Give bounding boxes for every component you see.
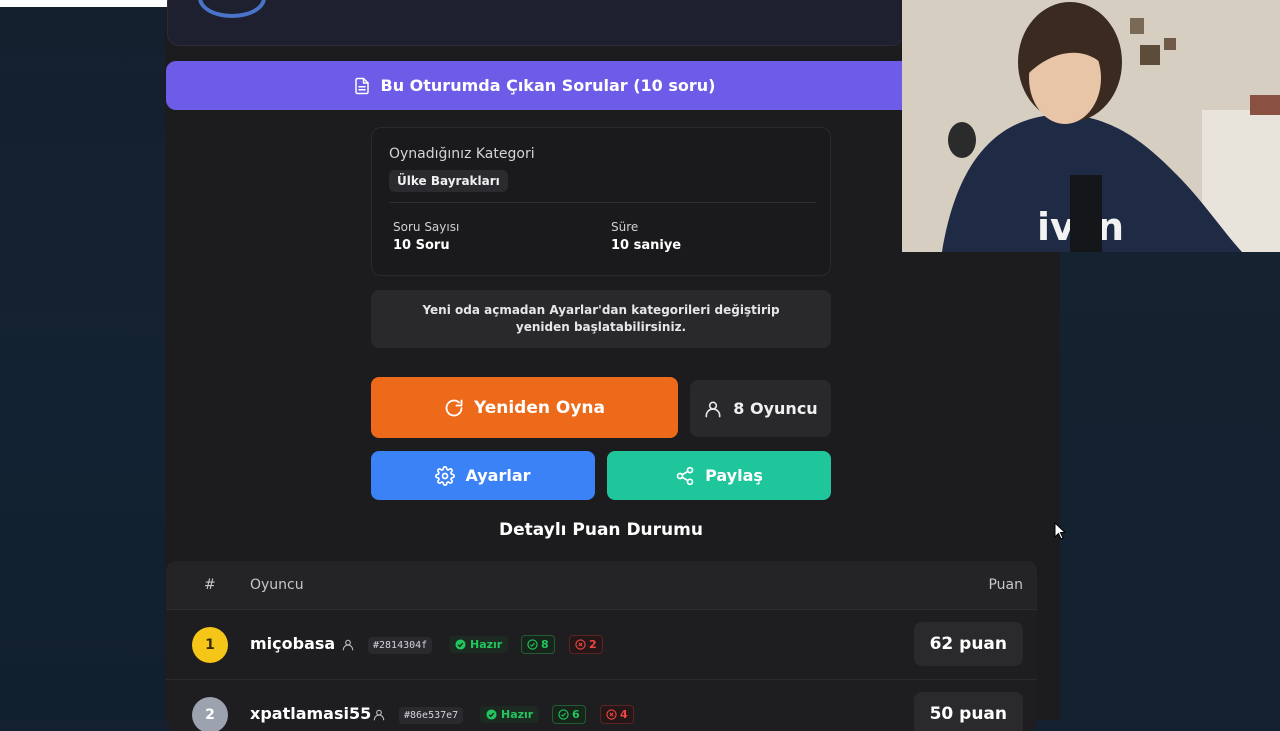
correct-count: 6 (552, 705, 586, 724)
x-circle-icon (606, 709, 617, 720)
player-id: #86e537e7 (399, 707, 464, 724)
settings-label: Ayarlar (465, 466, 531, 485)
wrong-count-value: 2 (589, 638, 597, 651)
header-player: Oyuncu (250, 577, 304, 593)
check-circle-icon (486, 709, 497, 720)
correct-count-value: 8 (541, 638, 549, 651)
rank-badge-gold: 1 (192, 627, 228, 663)
gear-icon (435, 465, 456, 486)
rank-badge-silver: 2 (192, 697, 228, 731)
share-icon (676, 466, 694, 485)
session-questions-button[interactable]: Bu Oturumda Çıkan Sorular (10 soru) (166, 61, 902, 110)
duration-value: 10 saniye (611, 238, 682, 253)
score-value: 62 puan (913, 622, 1023, 666)
card-divider (389, 202, 816, 203)
user-icon (705, 401, 721, 417)
category-label: Oynadığınız Kategori (389, 146, 535, 162)
category-chip: Ülke Bayrakları (389, 170, 508, 192)
players-button[interactable]: 8 Oyuncu (690, 380, 831, 437)
score-value: 50 puan (913, 692, 1023, 731)
table-header: # Oyuncu Puan (166, 561, 1037, 609)
background-left (0, 0, 165, 720)
player-name: xpatlamasi55 (250, 704, 372, 723)
ready-badge: Hazır (449, 636, 509, 653)
correct-count: 8 (521, 635, 555, 654)
session-questions-label: Bu Oturumda Çıkan Sorular (10 soru) (380, 76, 716, 95)
table-row[interactable]: 2 xpatlamasi55 #86e537e7 Hazır 6 4 50 pu… (166, 679, 1037, 731)
question-count-label: Soru Sayısı (393, 220, 460, 234)
document-icon (354, 77, 369, 94)
header-score: Puan (988, 577, 1023, 593)
player-name: miçobasa (250, 634, 336, 653)
scoreboard-title: Detaylı Puan Durumu (499, 520, 703, 540)
share-button[interactable]: Paylaş (607, 451, 831, 500)
svg-text:iv: iv (1037, 205, 1075, 249)
settings-notice: Yeni oda açmadan Ayarlar'dan kategoriler… (371, 290, 831, 348)
check-circle-icon (455, 639, 466, 650)
settings-button[interactable]: Ayarlar (371, 451, 595, 500)
scoreboard-table: # Oyuncu Puan 1 miçobasa #2814304f Hazır… (166, 561, 1037, 731)
duration-label: Süre (611, 220, 639, 234)
wrong-count-value: 4 (620, 708, 628, 721)
ready-badge: Hazır (480, 706, 540, 723)
user-icon (342, 639, 354, 651)
mouse-cursor-icon (1054, 522, 1066, 540)
wrong-count: 2 (569, 635, 603, 654)
webcam-overlay: iv n (902, 0, 1280, 252)
webcam-person-image: iv n (902, 0, 1280, 252)
refresh-icon (445, 399, 463, 416)
category-card: Oynadığınız Kategori Ülke Bayrakları Sor… (371, 127, 831, 276)
players-label: 8 Oyuncu (733, 399, 818, 418)
replay-label: Yeniden Oyna (473, 397, 606, 418)
share-label: Paylaş (705, 466, 763, 485)
question-count-value: 10 Soru (393, 238, 450, 253)
x-circle-icon (575, 639, 586, 650)
wrong-count: 4 (600, 705, 634, 724)
player-id: #2814304f (368, 637, 433, 654)
check-circle-icon (558, 709, 569, 720)
player-header-card (167, 0, 904, 46)
header-rank: # (204, 577, 216, 593)
correct-count-value: 6 (572, 708, 580, 721)
ready-label: Hazır (501, 708, 534, 721)
ready-label: Hazır (470, 638, 503, 651)
table-row[interactable]: 1 miçobasa #2814304f Hazır 8 2 62 puan (166, 609, 1037, 680)
replay-button[interactable]: Yeniden Oyna (371, 377, 678, 438)
check-circle-icon (527, 639, 538, 650)
